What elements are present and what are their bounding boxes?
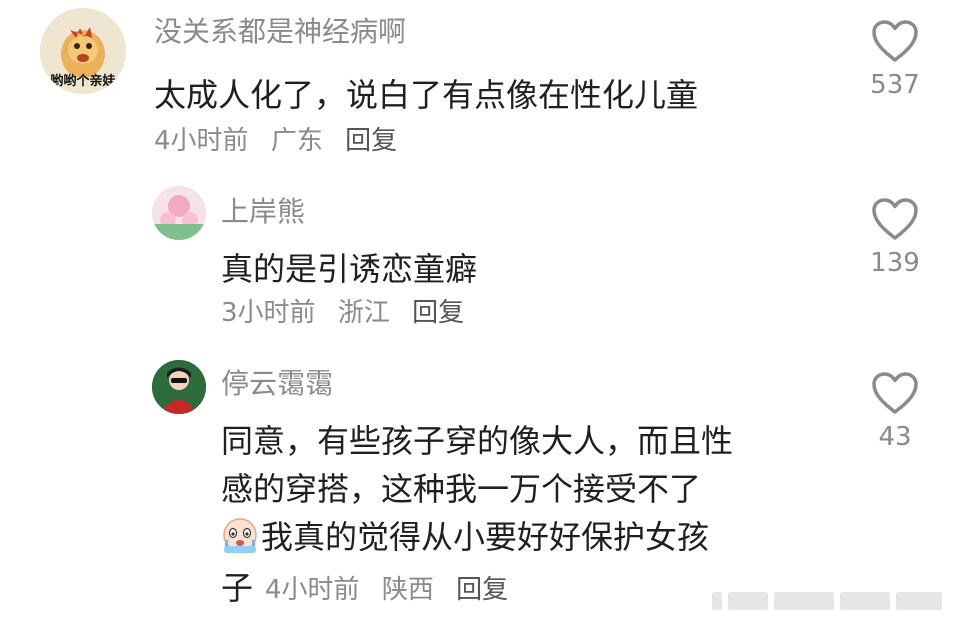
comment-text: 真的是引诱恋童癖 xyxy=(221,250,478,288)
comment-meta: 4小时前 广东 回复 xyxy=(154,120,411,157)
comment-text-line: 子 xyxy=(221,569,254,607)
comment-username[interactable]: 没关系都是神经病啊 xyxy=(154,10,406,50)
comment-meta: 3小时前 浙江 回复 xyxy=(221,292,478,329)
comment-time: 4小时前 xyxy=(265,575,360,605)
comment-location: 陕西 xyxy=(381,575,434,605)
like-count: 537 xyxy=(870,70,920,100)
heart-outline-icon xyxy=(872,198,918,240)
comment-text-line: 同意，有些孩子穿的像大人，而且性 xyxy=(221,422,734,460)
reply-button[interactable]: 回复 xyxy=(456,575,508,605)
comment-time: 4小时前 xyxy=(154,126,249,156)
comment-location: 浙江 xyxy=(337,298,390,328)
comment-time: 3小时前 xyxy=(221,298,316,328)
avatar[interactable] xyxy=(152,360,206,414)
avatar-caption: 哟哟个亲娃 xyxy=(50,74,116,89)
like-count: 139 xyxy=(870,248,920,278)
comment-username[interactable]: 停云霭霭 xyxy=(221,362,333,402)
comment-text-line: 感的穿搭，这种我一万个接受不了 xyxy=(221,470,702,508)
avatar[interactable]: 哟哟个亲娃 xyxy=(40,8,126,94)
reply-button[interactable]: 回复 xyxy=(345,126,397,156)
like-count: 43 xyxy=(878,422,912,452)
comment-text: 太成人化了，说白了有点像在性化儿童 xyxy=(154,76,699,114)
like-button[interactable]: 43 xyxy=(855,372,935,452)
comment-meta: 4小时前 陕西 回复 xyxy=(265,569,522,606)
reply-button[interactable]: 回复 xyxy=(412,298,464,328)
comment-text-line: 我真的觉得从小要好好保护女孩 xyxy=(221,512,709,558)
comment-text-fragment: 我真的觉得从小要好好保护女孩 xyxy=(261,518,710,556)
like-button[interactable]: 139 xyxy=(855,198,935,278)
watermark xyxy=(712,592,942,612)
flower-avatar-icon xyxy=(152,186,206,240)
comment-username[interactable]: 上岸熊 xyxy=(221,190,305,230)
like-button[interactable]: 537 xyxy=(855,20,935,100)
crying-face-emoji xyxy=(223,518,257,554)
avatar[interactable] xyxy=(152,186,206,240)
person-avatar-icon xyxy=(152,360,206,414)
comment-location: 广东 xyxy=(270,126,323,156)
heart-outline-icon xyxy=(872,372,918,414)
heart-outline-icon xyxy=(872,20,918,62)
